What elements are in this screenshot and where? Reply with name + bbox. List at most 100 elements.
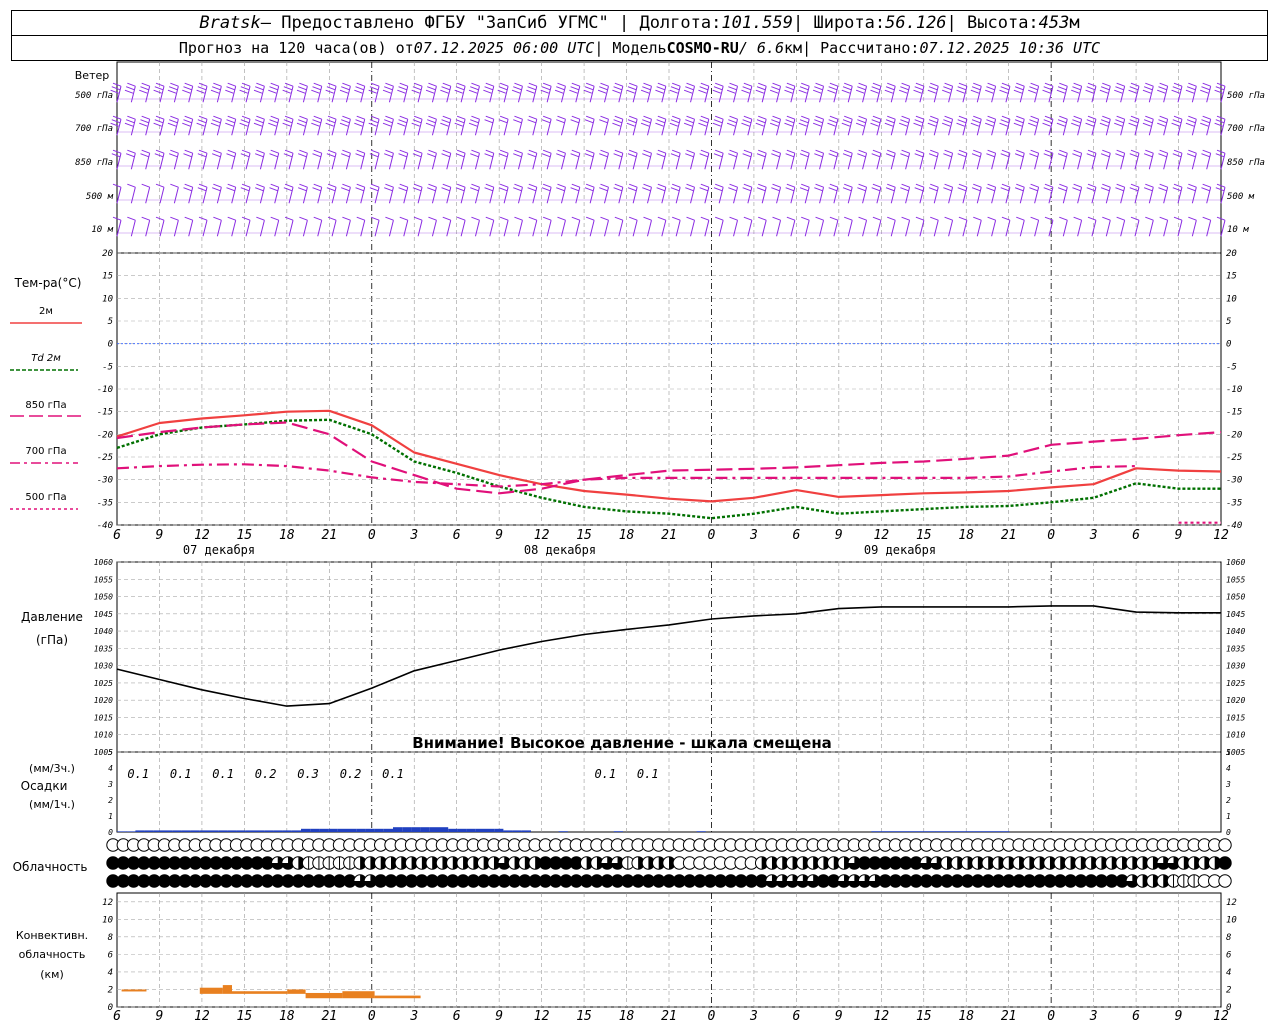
wind-barb-feather xyxy=(686,183,695,188)
wind-barb xyxy=(1056,82,1068,103)
wind-barb xyxy=(1099,115,1111,136)
cloud-symbol xyxy=(1218,856,1232,870)
wind-barb xyxy=(728,149,739,170)
wind-barb-feather xyxy=(858,183,867,188)
wind-barb-feather xyxy=(468,89,478,94)
wind-barb-feather xyxy=(1159,149,1168,154)
precip-bar xyxy=(273,830,283,832)
wind-barb-feather xyxy=(270,216,279,221)
precip-bar xyxy=(356,828,366,832)
wind-barb-feather xyxy=(196,89,205,94)
wind-barb-staff xyxy=(274,220,280,237)
wind-barb-feather xyxy=(213,183,222,188)
wind-barb-feather xyxy=(613,153,622,158)
wind-barb-feather xyxy=(1129,153,1138,158)
wind-barb xyxy=(769,115,782,136)
wind-barb xyxy=(170,216,179,237)
wind-barb-feather xyxy=(369,153,379,158)
wind-barb-feather xyxy=(213,115,222,120)
wind-barb-feather xyxy=(1116,115,1125,120)
hour-label-lower: 12 xyxy=(194,1009,210,1024)
wind-barb-feather xyxy=(814,119,823,124)
wind-barb-feather xyxy=(241,82,251,87)
wind-barb-feather xyxy=(786,115,796,120)
wind-barb-feather xyxy=(1073,149,1082,154)
wind-barb xyxy=(256,216,265,237)
wind-barb xyxy=(713,149,724,170)
wind-barb-feather xyxy=(1188,183,1197,188)
precip-bar xyxy=(503,830,513,832)
wind-barb-feather xyxy=(240,86,250,91)
wind-barb-feather xyxy=(828,187,837,192)
wind-barb-feather xyxy=(855,122,865,127)
wind-barb-feather xyxy=(269,86,278,91)
wind-barb-feather xyxy=(670,187,680,192)
hour-label-upper: 15 xyxy=(237,528,253,543)
precip-label: 0.1 xyxy=(382,767,404,781)
wind-barb-feather xyxy=(683,122,693,127)
wind-barb xyxy=(241,216,251,237)
wind-barb-feather xyxy=(812,122,822,127)
wind-barb xyxy=(928,149,939,170)
wind-barb-feather xyxy=(370,82,380,87)
wind-barb-feather xyxy=(167,89,177,94)
wind-barb-feather xyxy=(726,89,736,94)
precip-bar xyxy=(236,830,246,832)
wind-barb-staff xyxy=(1034,220,1040,237)
precip-label: 0.1 xyxy=(170,767,192,781)
wind-barb-feather xyxy=(958,183,968,188)
wind-barb xyxy=(468,82,480,103)
wind-barb xyxy=(1087,216,1097,237)
wind-barb xyxy=(226,183,237,204)
wind-barb-feather xyxy=(614,82,623,87)
hour-label-upper: 6 xyxy=(113,528,121,543)
wind-barb-feather xyxy=(284,183,294,188)
press-tick-left: 1035 xyxy=(94,644,113,653)
temp-tick-left: -25 xyxy=(97,453,113,463)
wind-barb-feather xyxy=(655,89,664,94)
wind-barb-feather xyxy=(627,153,637,158)
wind-barb xyxy=(1000,149,1011,170)
wind-barb-feather xyxy=(484,153,493,158)
wind-barb-feather xyxy=(198,183,208,188)
wind-barb-feather xyxy=(1043,187,1052,192)
precip-label: 0.1 xyxy=(594,767,616,781)
wind-barb xyxy=(1130,216,1140,237)
wind-barb-feather xyxy=(154,119,163,124)
wind-barb-staff xyxy=(919,220,925,237)
wind-barb-feather xyxy=(898,89,908,94)
wind-barb xyxy=(627,183,638,204)
wind-barb xyxy=(240,183,251,204)
wind-barb-feather xyxy=(613,86,622,91)
wind-barb xyxy=(600,216,609,237)
wind-barb-feather xyxy=(928,119,938,124)
wind-barb xyxy=(298,149,308,170)
wind-barb-feather xyxy=(957,187,966,192)
wind-barb-feather xyxy=(656,187,665,192)
wind-barb xyxy=(1186,183,1197,204)
wind-barb xyxy=(914,149,925,170)
wind-barb xyxy=(700,216,710,237)
wind-barb-feather xyxy=(858,82,867,87)
wind-barb-feather xyxy=(755,122,764,127)
precip-bar xyxy=(255,830,265,832)
wind-barb-feather xyxy=(1072,119,1081,124)
wind-barb-staff xyxy=(1220,220,1226,237)
wind-barb-feather xyxy=(313,216,322,221)
wind-barb-feather xyxy=(801,183,810,188)
wind-barb xyxy=(829,216,839,237)
wind-barb xyxy=(528,216,538,237)
wind-barb-feather xyxy=(785,119,794,124)
wind-barb xyxy=(857,183,868,204)
conv-tick-right: 12 xyxy=(1226,898,1237,908)
wind-barb-feather xyxy=(354,122,363,127)
wind-barb-feather xyxy=(815,82,824,87)
wind-barb xyxy=(141,216,151,237)
wind-barb-feather xyxy=(914,86,923,91)
wind-barb-feather xyxy=(1014,86,1024,91)
wind-barb-feather xyxy=(1072,187,1081,192)
hour-label-lower: 15 xyxy=(237,1009,253,1024)
wind-barb xyxy=(342,216,351,237)
wind-barb xyxy=(1201,183,1212,204)
wind-barb-feather xyxy=(986,187,995,192)
